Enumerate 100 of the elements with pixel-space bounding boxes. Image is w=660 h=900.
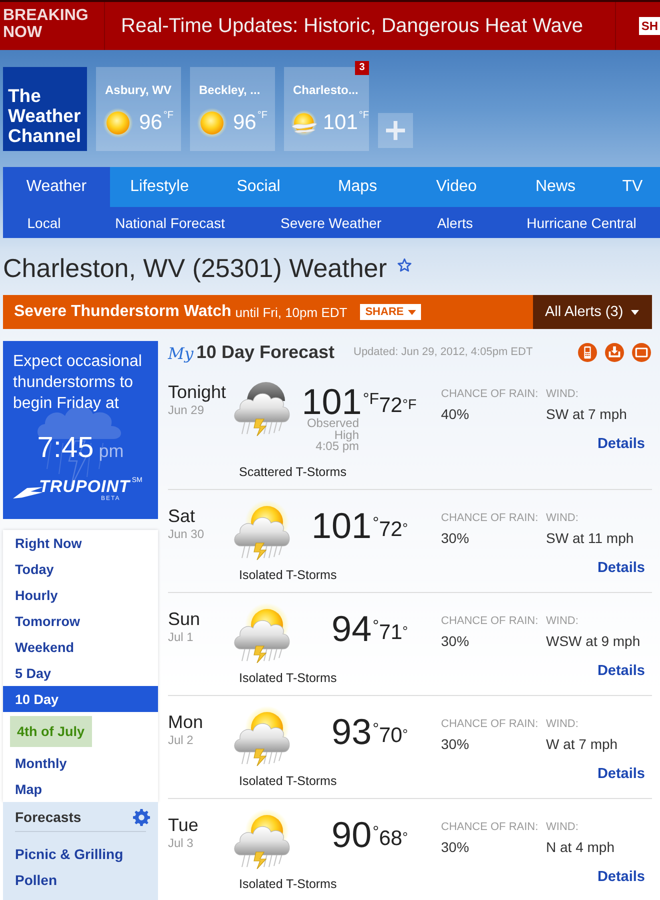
sidebar-link[interactable]: 5 Day (3, 660, 64, 686)
nav-tab[interactable]: Weather (3, 167, 110, 207)
wind-value: SW at 7 mph (546, 405, 627, 423)
trupoint-message: Expect occasional thunderstorms to begin Friday at (13, 352, 143, 414)
wind-value: SW at 11 mph (546, 528, 634, 546)
day-date: Jun 30 (168, 526, 204, 540)
tablet-icon[interactable] (632, 342, 651, 362)
download-icon[interactable] (605, 342, 624, 362)
wind-label: WIND: (546, 388, 578, 401)
alert-title[interactable]: Severe Thunderstorm Watch (14, 303, 232, 321)
details-link[interactable]: Details (597, 558, 645, 576)
wind-label: WIND: (546, 614, 578, 628)
page-title: Charleston, WV (25301) Weather (3, 252, 387, 284)
condition-text: Isolated T-Storms (239, 670, 337, 684)
forecast-title: 10 Day Forecast (196, 342, 334, 362)
wind-value: N at 4 mph (546, 838, 614, 856)
rain-chance: 40% (441, 405, 470, 423)
condition-text: Isolated T-Storms (239, 876, 337, 890)
rain-label: CHANCE OF RAIN: (441, 388, 538, 401)
breaking-headline[interactable]: Real-Time Updates: Historic, Dangerous Heat Wave (121, 14, 584, 38)
details-link[interactable]: Details (597, 868, 645, 886)
plus-icon (386, 121, 405, 140)
sidebar-link[interactable]: Map (3, 776, 54, 802)
day-name: Tonight (168, 382, 226, 402)
low-temperature: 68$^{°}$ (379, 826, 408, 850)
location-name: Beckley, ... (199, 83, 260, 97)
condition-text: Isolated T-Storms (239, 568, 337, 582)
my-label: My (168, 344, 194, 362)
sidebar-link[interactable]: 10 Day (3, 686, 158, 712)
forecasts-heading: Forecasts (15, 809, 82, 825)
details-link[interactable]: Details (597, 435, 645, 453)
subnav-link[interactable]: Hurricane Central (526, 214, 636, 230)
forecast-link[interactable]: Picnic & Grilling (15, 846, 124, 862)
subnav-link[interactable]: Local (27, 214, 61, 230)
nav-tab[interactable]: TV (605, 167, 660, 207)
forecast-link[interactable]: Pollen (15, 872, 58, 888)
low-temperature: 72$^{°F}$ (379, 394, 417, 418)
details-link[interactable]: Details (597, 662, 645, 680)
sidebar-link[interactable]: Tomorrow (3, 608, 92, 634)
rain-label: CHANCE OF RAIN: (441, 820, 538, 834)
star-icon[interactable] (396, 258, 412, 272)
all-alerts-button[interactable]: All Alerts (3) (533, 295, 652, 329)
wind-value: W at 7 mph (546, 734, 618, 752)
rain-label: CHANCE OF RAIN: (441, 718, 538, 730)
storm-time: 7:45 (37, 432, 94, 464)
sidebar-link[interactable]: Hourly (3, 582, 70, 608)
wind-label: WIND: (546, 718, 578, 730)
location-name: Charlesto... (293, 83, 358, 97)
rain-label: CHANCE OF RAIN: (441, 512, 538, 524)
breaking-label: BREAKING NOW (0, 2, 105, 50)
wind-label: WIND: (546, 512, 578, 524)
caret-icon (631, 310, 640, 314)
sidebar-link[interactable]: Today (3, 556, 66, 582)
high-temperature: 90$^{°}$ (332, 816, 379, 852)
sidebar-link[interactable]: Monthly (3, 750, 79, 776)
subnav-link[interactable]: Alerts (437, 214, 473, 230)
alert-time: until Fri, 10pm EDT (235, 304, 348, 320)
condition-text: Isolated T-Storms (239, 774, 337, 788)
nav-tab[interactable]: Lifestyle (110, 167, 209, 207)
details-link[interactable]: Details (597, 764, 645, 782)
day-name: Tue (168, 814, 198, 834)
nav-tab[interactable]: Social (209, 167, 308, 207)
subnav-link[interactable]: National Forecast (115, 214, 225, 230)
location-temperature: 96$^{°F}$ (233, 111, 268, 135)
wind-value: WSW at 9 mph (546, 632, 640, 650)
day-name: Mon (168, 712, 204, 732)
high-temperature: 94$^{°}$ (332, 610, 379, 646)
observed-note: Observed High 4:05 pm (306, 418, 360, 452)
day-date: Jul 2 (168, 732, 194, 746)
rain-chance: 30% (441, 632, 470, 650)
day-date: Jul 1 (168, 630, 194, 644)
rain-chance: 30% (441, 838, 470, 856)
wind-label: WIND: (546, 820, 578, 834)
caret-icon (408, 310, 416, 314)
phone-icon[interactable] (578, 342, 597, 362)
day-name: Sun (168, 608, 200, 628)
weather-channel-logo[interactable]: The Weather Channel (3, 67, 87, 151)
location-temperature: 101$^{°F}$ (322, 111, 369, 135)
rain-chance: 30% (441, 734, 470, 752)
nav-tab[interactable]: Video (407, 167, 506, 207)
share-button[interactable]: SH (639, 17, 660, 35)
low-temperature: 72$^{°}$ (379, 518, 408, 542)
nav-tab[interactable]: Maps (308, 167, 407, 207)
location-name: Asbury, WV (105, 83, 172, 97)
sidebar-link[interactable]: Right Now (3, 530, 94, 556)
nav-tab[interactable]: News (506, 167, 605, 207)
rain-chance: 30% (441, 528, 470, 546)
alert-count-badge: 3 (355, 61, 369, 75)
low-temperature: 70$^{°}$ (379, 724, 408, 748)
day-date: Jul 3 (168, 836, 194, 850)
settings-icon[interactable] (133, 808, 150, 826)
condition-text: Scattered T-Storms (239, 464, 346, 478)
day-date: Jun 29 (168, 403, 204, 417)
time-period: pm (98, 441, 124, 462)
share-button[interactable]: SHARE (360, 304, 421, 320)
subnav-link[interactable]: Severe Weather (280, 214, 382, 230)
rain-label: CHANCE OF RAIN: (441, 614, 538, 628)
high-temperature: 93$^{°}$ (332, 714, 379, 750)
trupoint-wordmark: TRUPOINT (39, 477, 130, 496)
sidebar-link[interactable]: Weekend (3, 634, 86, 660)
